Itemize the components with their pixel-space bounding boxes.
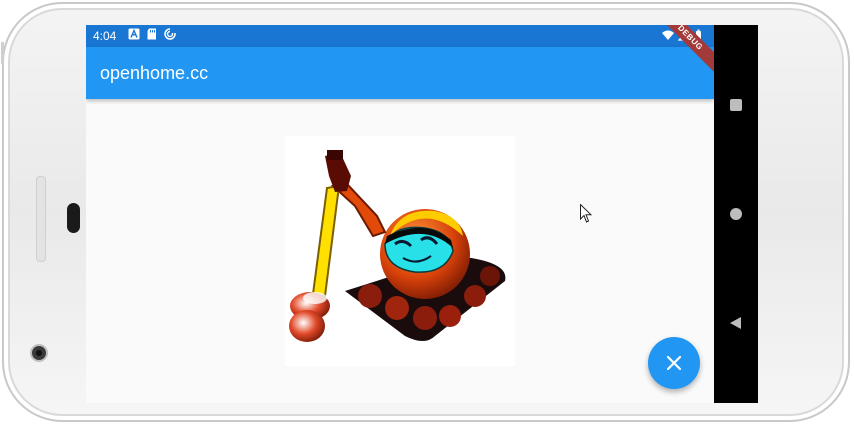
device-screen: 4:04 openhome.cc DEBUG [86,25,758,403]
mouse-pointer-icon [580,204,592,223]
front-camera-icon [30,344,48,362]
app-bar: openhome.cc [86,47,714,99]
status-icons-left [128,28,176,40]
power-button [1,42,4,64]
a-icon [128,28,140,40]
sd-card-icon [147,28,156,40]
excavator-robot-icon [285,136,515,366]
status-time: 4:04 [93,29,117,43]
back-icon[interactable] [729,316,743,330]
android-nav-bar [714,25,758,403]
home-icon[interactable] [730,208,742,220]
sync-icon [164,28,176,40]
recents-icon[interactable] [730,99,742,111]
fab-button[interactable] [648,337,700,389]
side-slot [36,176,46,262]
speaker-grille [67,203,80,233]
app-window: 4:04 openhome.cc DEBUG [86,25,714,403]
close-icon [667,356,681,370]
status-bar: 4:04 [86,25,714,47]
app-title: openhome.cc [100,63,209,83]
